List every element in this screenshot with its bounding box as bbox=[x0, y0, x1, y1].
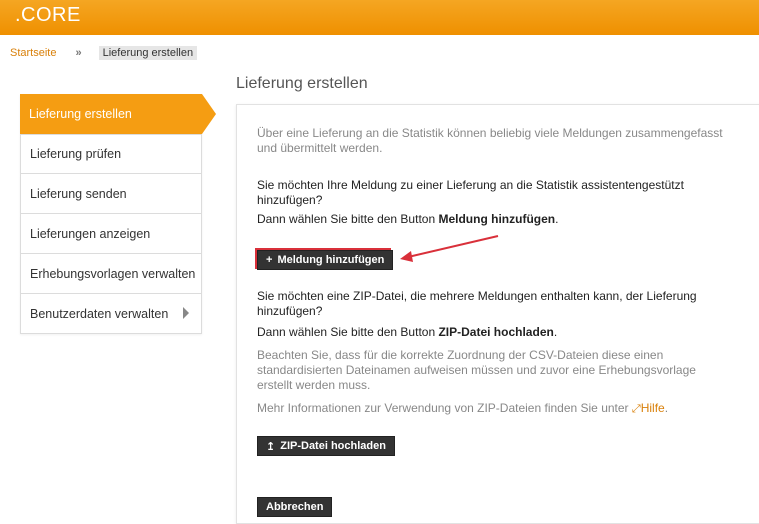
upload-zip-button[interactable]: ↥ ZIP-Datei hochladen bbox=[257, 436, 395, 456]
submenu-arrow-icon bbox=[183, 307, 189, 319]
add-report-button[interactable]: + Meldung hinzufügen bbox=[257, 250, 394, 270]
top-bar: .CORE bbox=[0, 0, 759, 35]
upload-icon: ↥ bbox=[266, 440, 276, 453]
cancel-button[interactable]: Abbrechen bbox=[257, 497, 333, 517]
assist-hint: Dann wählen Sie bitte den Button Meldung… bbox=[257, 212, 727, 227]
more-info-prefix: Mehr Informationen zur Verwendung von ZI… bbox=[257, 401, 632, 415]
plus-icon: + bbox=[266, 254, 273, 266]
sidebar-item-lieferung-pruefen[interactable]: Lieferung prüfen bbox=[20, 134, 202, 174]
content-panel: Über eine Lieferung an die Statistik kön… bbox=[236, 104, 759, 524]
zip-hint-suffix: . bbox=[553, 325, 558, 339]
sidebar-item-label: Lieferung erstellen bbox=[29, 107, 132, 121]
external-link-icon: ⤢ bbox=[631, 403, 641, 415]
assist-hint-button-name: Meldung hinzufügen bbox=[438, 212, 556, 226]
sidebar-item-lieferung-senden[interactable]: Lieferung senden bbox=[20, 174, 202, 214]
breadcrumb-home-link[interactable]: Startseite bbox=[10, 47, 56, 59]
breadcrumb-separator: » bbox=[75, 47, 82, 59]
add-report-button-label: Meldung hinzufügen bbox=[277, 254, 385, 266]
sidebar-nav: Lieferung erstellen Lieferung prüfen Lie… bbox=[20, 94, 216, 334]
cancel-button-label: Abbrechen bbox=[266, 501, 324, 513]
breadcrumb-current: Lieferung erstellen bbox=[98, 46, 198, 60]
intro-text: Über eine Lieferung an die Statistik kön… bbox=[257, 126, 723, 155]
zip-note: Beachten Sie, dass für die korrekte Zuor… bbox=[257, 348, 696, 392]
more-info-suffix: . bbox=[664, 401, 669, 415]
breadcrumb: Startseite » Lieferung erstellen bbox=[10, 45, 198, 61]
brand-logo[interactable]: .CORE bbox=[15, 4, 81, 27]
sidebar-item-lieferungen-anzeigen[interactable]: Lieferungen anzeigen bbox=[20, 214, 202, 254]
sidebar-item-lieferung-erstellen[interactable]: Lieferung erstellen bbox=[20, 94, 216, 134]
assist-hint-prefix: Dann wählen Sie bitte den Button bbox=[257, 212, 439, 226]
zip-hint-prefix: Dann wählen Sie bitte den Button bbox=[257, 325, 439, 339]
zip-hint-button-name: ZIP-Datei hochladen bbox=[438, 325, 554, 339]
sidebar-item-erhebungsvorlagen-verwalten[interactable]: Erhebungsvorlagen verwalten bbox=[20, 254, 202, 294]
zip-hint: Dann wählen Sie bitte den Button ZIP-Dat… bbox=[257, 325, 727, 340]
more-info-text: Mehr Informationen zur Verwendung von ZI… bbox=[257, 401, 727, 417]
help-link[interactable]: Hilfe bbox=[641, 401, 665, 415]
assist-question: Sie möchten Ihre Meldung zu einer Liefer… bbox=[257, 178, 684, 207]
upload-zip-button-label: ZIP-Datei hochladen bbox=[280, 440, 386, 452]
sidebar-item-label: Lieferung prüfen bbox=[30, 147, 122, 161]
sidebar-item-label: Erhebungsvorlagen verwalten bbox=[30, 266, 196, 281]
assist-hint-suffix: . bbox=[555, 212, 559, 226]
sidebar-item-label: Lieferungen anzeigen bbox=[30, 226, 151, 241]
zip-question: Sie möchten eine ZIP-Datei, die mehrere … bbox=[257, 289, 697, 318]
sidebar-item-label: Benutzerdaten verwalten bbox=[30, 306, 169, 321]
sidebar-item-label: Lieferung senden bbox=[30, 186, 127, 201]
page-title: Lieferung erstellen bbox=[236, 75, 368, 92]
sidebar-item-benutzerdaten-verwalten[interactable]: Benutzerdaten verwalten bbox=[20, 294, 202, 334]
